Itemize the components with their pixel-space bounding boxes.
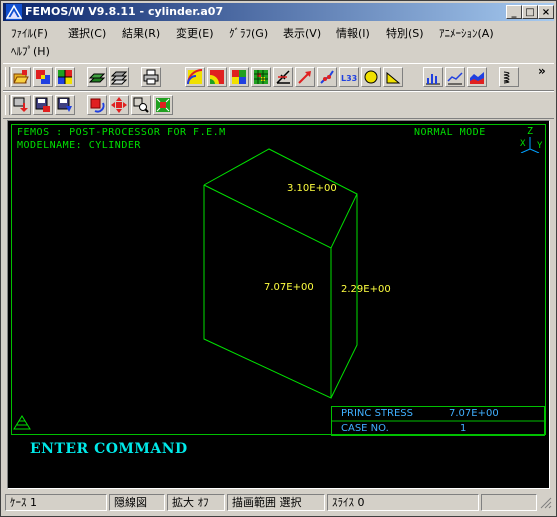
contour-button[interactable] (185, 67, 205, 87)
rotate-icon (90, 98, 105, 113)
info-label-case: CASE NO. (341, 423, 389, 434)
open-model-button[interactable] (11, 67, 31, 87)
menu-change[interactable]: 変更(E) (176, 25, 214, 41)
layers-button[interactable] (109, 67, 129, 87)
graph-area-button[interactable] (467, 67, 487, 87)
open-model-icon (13, 70, 29, 84)
menu-graph[interactable]: ｸﾞﾗﾌ(G) (229, 25, 268, 41)
status-slice: ｽﾗｲｽ 0 (327, 494, 479, 511)
coil-button[interactable] (499, 67, 519, 87)
grid-color-icon (254, 70, 268, 84)
menu-help[interactable]: ﾍﾙﾌﾟ(H) (11, 43, 50, 59)
deform-icon (320, 70, 334, 84)
status-range: 描画範囲 選択 (227, 494, 325, 511)
tri-icon (386, 71, 401, 84)
secondary-toolbar (3, 91, 554, 119)
circle-button[interactable] (361, 67, 381, 87)
mesh-icon (58, 70, 72, 84)
status-view: 隠線図 (109, 494, 165, 511)
main-toolbar: L33 » (3, 63, 554, 91)
graph-area-icon (470, 72, 484, 84)
status-case: ｹｰｽ 1 (5, 494, 107, 511)
toolbar-grip[interactable] (5, 67, 10, 87)
graph-line-button[interactable] (445, 67, 465, 87)
minimize-button[interactable]: _ (506, 5, 522, 19)
info-value-stress: 7.07E+00 (449, 408, 499, 419)
fit-icon (156, 98, 170, 112)
label-button[interactable]: L33 (339, 67, 359, 87)
graph-line-icon (447, 72, 463, 85)
coil-icon (503, 71, 510, 84)
select-button[interactable] (33, 67, 53, 87)
status-zoom: 拡大 ｵﾌ (167, 494, 225, 511)
contour-fill-button[interactable] (207, 67, 227, 87)
menu-result[interactable]: 結果(R) (122, 25, 160, 41)
load-down-button[interactable] (11, 95, 31, 115)
toolbar-overflow-button[interactable]: » (538, 64, 546, 78)
command-prompt[interactable]: ENTER COMMAND (30, 441, 188, 457)
svg-text:L33: L33 (341, 74, 357, 83)
vector-icon (298, 71, 311, 84)
save-as-icon (57, 97, 72, 112)
info-value-case: 1 (460, 423, 467, 434)
info-label-stress: PRINC STRESS (341, 408, 413, 419)
menu-view[interactable]: 表示(V) (283, 25, 321, 41)
label-icon: L33 (341, 74, 357, 83)
graphics-viewport[interactable]: FEMOS : POST-PROCESSOR FOR F.E.M MODELNA… (7, 120, 550, 489)
toolbar-grip[interactable] (5, 95, 10, 115)
menu-info[interactable]: 情報(I) (336, 25, 370, 41)
title-bar[interactable]: FEMOS/W V9.8.11 - cylinder.a07 _ □ × (3, 3, 554, 21)
mesh-button[interactable] (55, 67, 75, 87)
save-button[interactable] (33, 95, 53, 115)
info-box-frame (331, 406, 545, 436)
grid-color-button[interactable] (251, 67, 271, 87)
layer-icon (89, 73, 105, 83)
origin-marker-icon (13, 415, 31, 430)
menu-select[interactable]: 選択(C) (68, 25, 106, 41)
contour-icon (187, 69, 203, 85)
zoom-icon (133, 97, 149, 113)
graph-bar-button[interactable] (423, 67, 443, 87)
axis-icon (276, 70, 290, 84)
rotate-button[interactable] (87, 95, 107, 115)
contour-fill-icon (210, 70, 224, 84)
close-button[interactable]: × (538, 5, 554, 19)
vector-button[interactable] (295, 67, 315, 87)
resize-grip-icon[interactable] (540, 497, 552, 509)
graph-bar-icon (426, 74, 440, 85)
zoom-button[interactable] (131, 95, 151, 115)
deform-button[interactable] (317, 67, 337, 87)
move-button[interactable] (109, 95, 129, 115)
menu-file[interactable]: ﾌｧｲﾙ(F) (11, 25, 48, 41)
status-empty (481, 494, 537, 511)
element-color-button[interactable] (229, 67, 249, 87)
menu-special[interactable]: 特別(S) (386, 25, 424, 41)
maximize-button[interactable]: □ (522, 5, 538, 19)
menu-bar: ﾌｧｲﾙ(F) 選択(C) 結果(R) 変更(E) ｸﾞﾗﾌ(G) 表示(V) … (3, 22, 554, 60)
save-icon (35, 97, 50, 112)
window-title: FEMOS/W V9.8.11 - cylinder.a07 (25, 5, 224, 18)
tri-button[interactable] (383, 67, 403, 87)
femos-app-icon (6, 4, 22, 20)
load-down-icon (13, 97, 28, 112)
application-window: FEMOS/W V9.8.11 - cylinder.a07 _ □ × ﾌｧｲ… (0, 0, 557, 517)
circle-icon (364, 70, 378, 84)
axis-button[interactable] (273, 67, 293, 87)
print-icon (143, 69, 159, 85)
layer-button[interactable] (87, 67, 107, 87)
select-icon (36, 70, 50, 84)
fit-button[interactable] (153, 95, 173, 115)
save-as-button[interactable] (55, 95, 75, 115)
element-color-icon (232, 70, 246, 84)
menu-animation[interactable]: ｱﾆﾒｰｼｮﾝ(A) (439, 25, 494, 41)
status-bar: ｹｰｽ 1 隠線図 拡大 ｵﾌ 描画範囲 選択 ｽﾗｲｽ 0 (3, 492, 554, 512)
layers-icon (111, 71, 127, 85)
print-button[interactable] (141, 67, 161, 87)
move-icon (111, 97, 127, 113)
